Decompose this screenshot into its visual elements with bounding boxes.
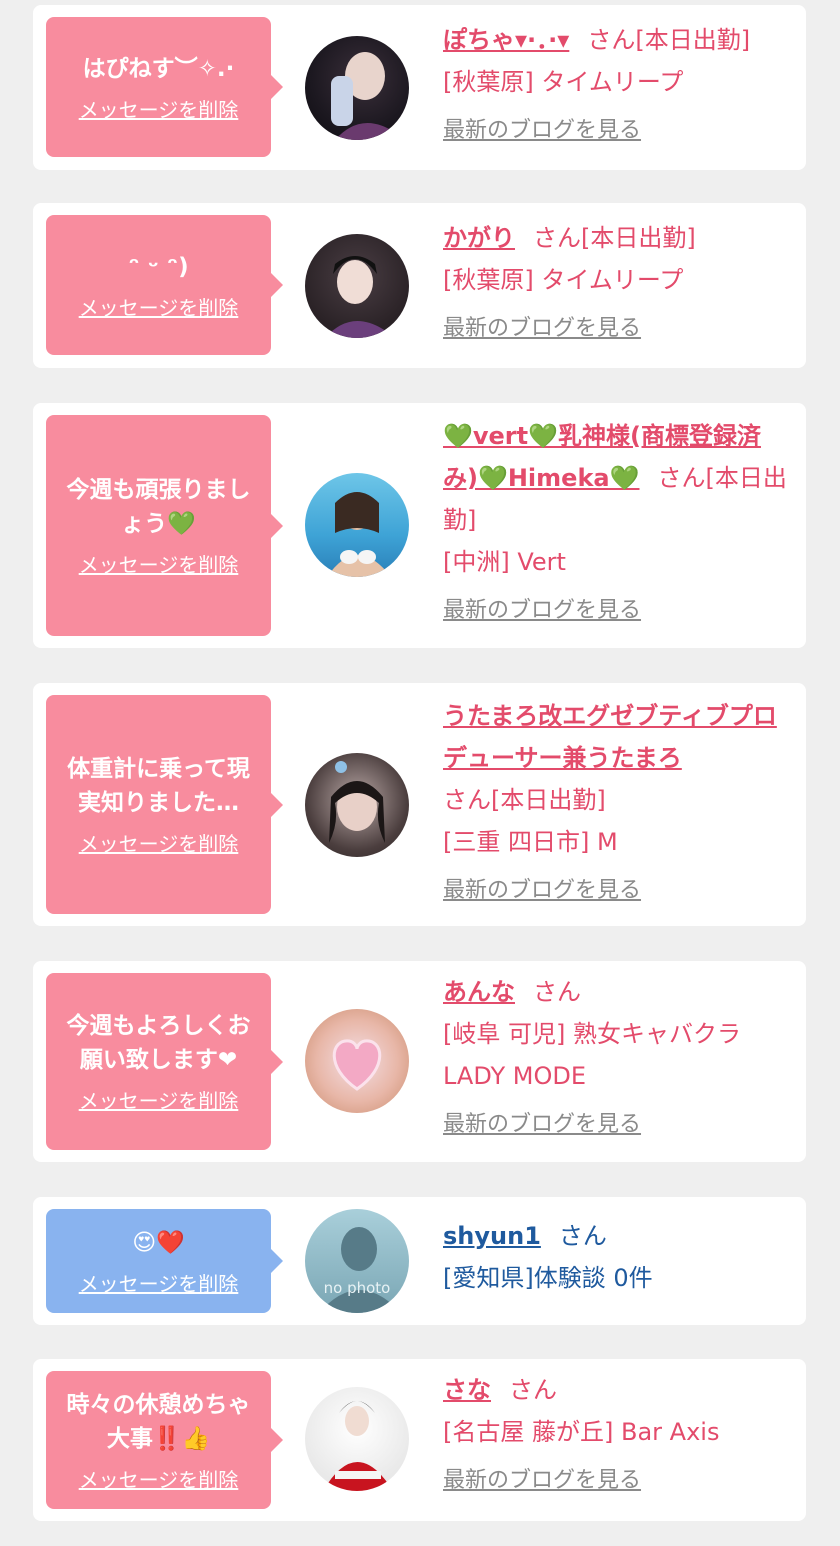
- message-bubble: はぴねす︶✧.· メッセージを削除: [46, 17, 283, 157]
- message-bubble: 体重計に乗って現実知りました… メッセージを削除: [46, 695, 283, 914]
- shop-name: [名古屋 藤が丘] Bar Axis: [443, 1418, 720, 1446]
- shop-name: [秋葉原] タイムリープ: [443, 266, 684, 294]
- avatar[interactable]: [305, 1387, 409, 1491]
- girl-name-link[interactable]: あんな: [443, 978, 515, 1006]
- avatar[interactable]: [305, 473, 409, 577]
- shop-name: [秋葉原] タイムリープ: [443, 68, 684, 96]
- message-card: 今週も頑張りましょう💚 メッセージを削除 💚vert💚乳神様(商標登録済み)💚H…: [33, 403, 806, 648]
- avatar-photo-icon: [329, 761, 385, 843]
- delete-message-link[interactable]: メッセージを削除: [79, 1464, 239, 1493]
- girl-info: あんな さん [岐阜 可児] 熟女キャバクラLADY MODE 最新のブログを見る: [443, 971, 795, 1145]
- avatar[interactable]: [305, 234, 409, 338]
- honorific: さん: [443, 786, 491, 814]
- latest-blog-link[interactable]: 最新のブログを見る: [443, 309, 795, 349]
- latest-blog-link[interactable]: 最新のブログを見る: [443, 1461, 795, 1501]
- shop-name: [三重 四日市] M: [443, 828, 618, 856]
- message-text: 体重計に乗って現実知りました…: [67, 756, 250, 816]
- delete-message-link[interactable]: メッセージを削除: [79, 94, 239, 123]
- message-card: 今週もよろしくお願い致します❤ メッセージを削除 あんな さん [岐阜 可児] 熟…: [33, 961, 806, 1162]
- girl-info: さな さん [名古屋 藤が丘] Bar Axis 最新のブログを見る: [443, 1369, 795, 1501]
- no-photo-silhouette-icon: [319, 1227, 401, 1313]
- avatar-photo-icon: [327, 492, 391, 577]
- message-text: 今週もよろしくお願い致します❤: [66, 1013, 251, 1073]
- work-status: [本日出勤]: [581, 224, 696, 252]
- honorific: さん: [533, 978, 581, 1006]
- honorific: さん: [509, 1376, 557, 1404]
- no-photo-label: no photo: [323, 1279, 391, 1297]
- honorific: さん: [587, 26, 636, 54]
- girl-info: かがり さん[本日出勤] [秋葉原] タイムリープ 最新のブログを見る: [443, 217, 795, 349]
- user-review-count: [愛知県]体験談 0件: [443, 1264, 653, 1292]
- message-text: はぴねす︶✧.·: [82, 55, 235, 82]
- message-card: 時々の休憩めちゃ大事‼️👍 メッセージを削除 さな さん [名古屋 藤が丘] Ba…: [33, 1359, 806, 1521]
- shop-name: [中洲] Vert: [443, 548, 566, 576]
- message-card: 体重計に乗って現実知りました… メッセージを削除 うたまろ改エグゼブティブプロデ…: [33, 683, 806, 926]
- avatar-heart-icon: [332, 1039, 382, 1091]
- delete-message-link[interactable]: メッセージを削除: [79, 549, 239, 578]
- avatar-photo-icon: [325, 256, 395, 338]
- message-bubble: 今週も頑張りましょう💚 メッセージを削除: [46, 415, 283, 636]
- delete-message-link[interactable]: メッセージを削除: [79, 828, 239, 857]
- work-status: [本日出勤]: [491, 786, 606, 814]
- user-name-link[interactable]: shyun1: [443, 1222, 541, 1250]
- girl-name-link[interactable]: さな: [443, 1376, 491, 1404]
- latest-blog-link[interactable]: 最新のブログを見る: [443, 111, 795, 151]
- message-bubble: 今週もよろしくお願い致します❤ メッセージを削除: [46, 973, 283, 1150]
- girl-name-link[interactable]: うたまろ改エグゼブティブプロデューサー兼うたまろ: [443, 702, 777, 772]
- avatar[interactable]: [305, 1009, 409, 1113]
- shop-name: [岐阜 可児] 熟女キャバクラLADY MODE: [443, 1020, 741, 1090]
- message-card: 😍❤️ メッセージを削除 no photo shyun1 さん [愛知県]体験談 …: [33, 1197, 806, 1325]
- latest-blog-link[interactable]: 最新のブログを見る: [443, 1105, 795, 1145]
- message-card: ᵔ ᵕ ᵔ) メッセージを削除 かがり さん[本日出勤] [秋葉原] タイムリープ…: [33, 203, 806, 368]
- girl-info: 💚vert💚乳神様(商標登録済み)💚Himeka💚 さん[本日出勤] [中洲] V…: [443, 415, 795, 631]
- girl-info: うたまろ改エグゼブティブプロデューサー兼うたまろ さん[本日出勤] [三重 四日…: [443, 695, 795, 911]
- user-info: shyun1 さん [愛知県]体験談 0件: [443, 1215, 795, 1299]
- delete-message-link[interactable]: メッセージを削除: [79, 1268, 239, 1297]
- avatar-photo-icon: [331, 52, 405, 140]
- honorific: さん: [558, 1222, 607, 1250]
- delete-message-link[interactable]: メッセージを削除: [79, 292, 239, 321]
- message-text: 時々の休憩めちゃ大事‼️👍: [66, 1391, 251, 1452]
- honorific: さん: [533, 224, 581, 252]
- message-text: 😍❤️: [132, 1229, 185, 1256]
- avatar[interactable]: [305, 753, 409, 857]
- avatar-photo-icon: [323, 1401, 393, 1491]
- message-bubble: ᵔ ᵕ ᵔ) メッセージを削除: [46, 215, 283, 355]
- work-status: [本日出勤]: [635, 26, 751, 54]
- girl-name-link[interactable]: ぽちゃ▾·．·▾: [443, 26, 569, 54]
- honorific: さん: [657, 464, 706, 492]
- avatar[interactable]: no photo: [305, 1209, 409, 1313]
- latest-blog-link[interactable]: 最新のブログを見る: [443, 871, 795, 911]
- message-card: はぴねす︶✧.· メッセージを削除 ぽちゃ▾·．·▾ さん[本日出勤] [秋葉原]…: [33, 5, 806, 170]
- latest-blog-link[interactable]: 最新のブログを見る: [443, 591, 795, 631]
- message-text: 今週も頑張りましょう💚: [66, 477, 251, 537]
- avatar[interactable]: [305, 36, 409, 140]
- message-text: ᵔ ᵕ ᵔ): [128, 253, 189, 280]
- delete-message-link[interactable]: メッセージを削除: [79, 1085, 239, 1114]
- message-bubble: 時々の休憩めちゃ大事‼️👍 メッセージを削除: [46, 1371, 283, 1509]
- girl-name-link[interactable]: かがり: [443, 224, 515, 252]
- message-bubble: 😍❤️ メッセージを削除: [46, 1209, 283, 1313]
- girl-info: ぽちゃ▾·．·▾ さん[本日出勤] [秋葉原] タイムリープ 最新のブログを見る: [443, 19, 795, 151]
